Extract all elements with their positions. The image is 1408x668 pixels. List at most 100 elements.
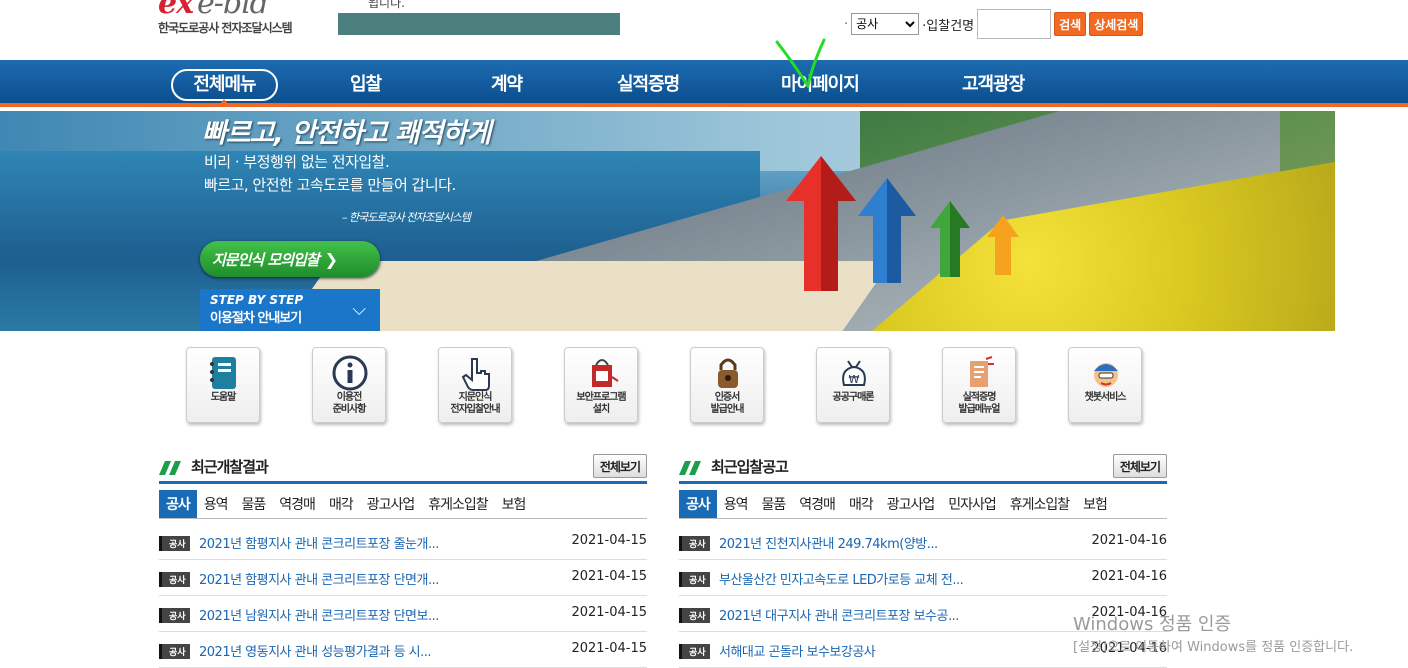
tab-private-investment[interactable]: 민자사업 bbox=[941, 490, 1003, 518]
tab-goods[interactable]: 물품 bbox=[755, 490, 793, 518]
quick-link-label: 인증서 발급안내 bbox=[710, 392, 745, 415]
view-all-button[interactable]: 전체보기 bbox=[592, 454, 647, 478]
tab-service[interactable]: 용역 bbox=[717, 490, 755, 518]
tab-advertising[interactable]: 광고사업 bbox=[360, 490, 422, 518]
item-date: 2021-04-15 bbox=[571, 641, 647, 656]
tab-goods[interactable]: 물품 bbox=[235, 490, 273, 518]
security-tag-icon bbox=[592, 359, 619, 387]
quick-link-label: 도움말 bbox=[210, 392, 237, 403]
notices-tabs: 공사 용역 물품 역경매 매각 광고사업 민자사업 휴게소입찰 보험 bbox=[679, 490, 1114, 518]
results-tabs: 공사 용역 물품 역경매 매각 광고사업 휴게소입찰 보험 bbox=[159, 490, 532, 518]
category-badge: 공사 bbox=[679, 644, 710, 659]
step-guide-l2: 이용절차 안내보기 bbox=[210, 311, 302, 326]
quick-link-label: 보안프로그램 설치 bbox=[576, 392, 626, 415]
orange-arrow-icon bbox=[987, 215, 1019, 275]
panel-title: 최근입찰공고 bbox=[711, 458, 789, 476]
quick-link-certificate[interactable]: 인증서 발급안내 bbox=[690, 347, 764, 423]
quick-link-label: 이용전 준비사항 bbox=[332, 392, 367, 415]
fingerprint-mock-bid-button[interactable]: 지문인식 모의입찰 ❯ bbox=[200, 241, 380, 277]
tab-reverse-auction[interactable]: 역경매 bbox=[272, 490, 322, 518]
site-header: ex e-bid 한국도로공사 전자조달시스템 됩니다. · 공사 ·입찰건명 검… bbox=[0, 0, 1408, 60]
quick-link-label: 지문인식 전자입찰안내 bbox=[450, 392, 500, 415]
search-label: ·입찰건명 bbox=[922, 18, 975, 34]
green-arrow-icon bbox=[930, 201, 970, 277]
panel-divider bbox=[679, 481, 1167, 484]
tabs-divider bbox=[679, 518, 1167, 519]
chevron-down-icon: ⌵ bbox=[352, 299, 366, 320]
banner-signature: – 한국도로공사 전자조달시스템 bbox=[342, 211, 471, 224]
main-nav: 전체메뉴 입찰 계약 실적증명 마이페이지 고객광장 bbox=[0, 60, 1408, 107]
search-dot: · bbox=[844, 16, 849, 32]
list-item: 공사 2021년 남원지사 관내 콘크리트포장 단면보... 2021-04-1… bbox=[159, 596, 647, 632]
logo-mark: ex e-bid bbox=[158, 0, 269, 21]
recent-results-panel: 최근개찰결과 전체보기 공사 용역 물품 역경매 매각 광고사업 휴게소입찰 보… bbox=[159, 453, 649, 668]
tab-construction[interactable]: 공사 bbox=[159, 490, 197, 518]
panel-bullet-icon bbox=[159, 461, 181, 475]
detail-search-button[interactable]: 상세검색 bbox=[1089, 12, 1144, 36]
tab-reverse-auction[interactable]: 역경매 bbox=[792, 490, 842, 518]
nav-item-bid[interactable]: 입찰 bbox=[350, 70, 382, 96]
quick-link-security-program[interactable]: 보안프로그램 설치 bbox=[564, 347, 638, 423]
tab-insurance[interactable]: 보험 bbox=[1076, 490, 1114, 518]
item-title-link[interactable]: 2021년 함평지사 관내 콘크리트포장 단면개... bbox=[199, 569, 439, 588]
pointing-hand-icon bbox=[461, 358, 490, 391]
notebook-icon bbox=[210, 357, 236, 389]
list-item: 공사 2021년 영동지사 관내 성능평가결과 등 시... 2021-04-1… bbox=[159, 632, 647, 668]
results-list: 공사 2021년 함평지사 관내 콘크리트포장 줄눈개... 2021-04-1… bbox=[159, 524, 647, 668]
site-logo[interactable]: ex e-bid 한국도로공사 전자조달시스템 bbox=[158, 0, 328, 38]
category-badge: 공사 bbox=[679, 572, 710, 587]
tab-rest-area[interactable]: 휴게소입찰 bbox=[421, 490, 494, 518]
panel-header: 최근입찰공고 전체보기 bbox=[679, 453, 1169, 481]
tab-insurance[interactable]: 보험 bbox=[495, 490, 533, 518]
quick-link-fingerprint-guide[interactable]: 지문인식 전자입찰안내 bbox=[438, 347, 512, 423]
quick-link-preparation[interactable]: 이용전 준비사항 bbox=[312, 347, 386, 423]
category-badge: 공사 bbox=[159, 536, 190, 551]
search-category-select[interactable]: 공사 bbox=[851, 13, 920, 35]
header-notice-bar bbox=[338, 13, 620, 35]
nav-item-performance[interactable]: 실적증명 bbox=[617, 70, 680, 96]
item-title-link[interactable]: 부산울산간 민자고속도로 LED가로등 교체 전... bbox=[719, 569, 964, 588]
money-bag-icon: ₩ bbox=[842, 360, 866, 386]
list-item: 공사 2021년 진천지사관내 249.74km(양방... 2021-04-1… bbox=[679, 524, 1167, 560]
tab-service[interactable]: 용역 bbox=[197, 490, 235, 518]
category-badge: 공사 bbox=[159, 572, 190, 587]
quick-link-performance-manual[interactable]: 실적증명 발급메뉴얼 bbox=[942, 347, 1016, 423]
item-title-link[interactable]: 2021년 남원지사 관내 콘크리트포장 단면보... bbox=[199, 605, 439, 624]
search-button[interactable]: 검색 bbox=[1054, 12, 1087, 36]
item-title-link[interactable]: 2021년 함평지사 관내 콘크리트포장 줄눈개... bbox=[199, 533, 439, 552]
chatbot-icon bbox=[1094, 363, 1118, 387]
search-input[interactable] bbox=[977, 9, 1052, 39]
windows-watermark-text: [설정]으로 이동하여 Windows를 정품 인증합니다. bbox=[1073, 640, 1354, 655]
item-title-link[interactable]: 서해대교 곤돌라 보수보강공사 bbox=[719, 641, 876, 660]
tab-sale[interactable]: 매각 bbox=[322, 490, 360, 518]
tab-advertising[interactable]: 광고사업 bbox=[880, 490, 942, 518]
svg-text:₩: ₩ bbox=[849, 373, 860, 386]
item-date: 2021-04-16 bbox=[1091, 569, 1167, 584]
category-badge: 공사 bbox=[159, 608, 190, 623]
blue-arrow-icon bbox=[858, 178, 916, 283]
tab-sale[interactable]: 매각 bbox=[842, 490, 880, 518]
document-icon bbox=[970, 356, 994, 387]
banner-line2: 빠르고, 안전한 고속도로를 만들어 갑니다. bbox=[204, 176, 456, 194]
panel-bullet-icon bbox=[679, 461, 701, 475]
item-date: 2021-04-15 bbox=[571, 569, 647, 584]
item-title-link[interactable]: 2021년 영동지사 관내 성능평가결과 등 시... bbox=[199, 641, 432, 660]
quick-link-help[interactable]: 도움말 bbox=[186, 347, 260, 423]
item-date: 2021-04-16 bbox=[1091, 533, 1167, 548]
item-title-link[interactable]: 2021년 대구지사 관내 콘크리트포장 보수공... bbox=[719, 605, 959, 624]
item-title-link[interactable]: 2021년 진천지사관내 249.74km(양방... bbox=[719, 533, 938, 552]
view-all-button[interactable]: 전체보기 bbox=[1112, 454, 1167, 478]
item-date: 2021-04-15 bbox=[571, 605, 647, 620]
panel-header: 최근개찰결과 전체보기 bbox=[159, 453, 649, 481]
red-arrow-icon bbox=[786, 156, 856, 291]
nav-all-menu[interactable]: 전체메뉴 bbox=[171, 69, 278, 101]
quick-link-chatbot[interactable]: 챗봇서비스 bbox=[1068, 347, 1142, 423]
tab-rest-area[interactable]: 휴게소입찰 bbox=[1003, 490, 1076, 518]
quick-link-public-purchase[interactable]: ₩ 공공구매론 bbox=[816, 347, 890, 423]
step-guide-button[interactable]: STEP BY STEP 이용절차 안내보기 ⌵ bbox=[200, 289, 380, 331]
nav-item-contract[interactable]: 계약 bbox=[491, 70, 523, 96]
tab-construction[interactable]: 공사 bbox=[679, 490, 717, 518]
banner-line1: 비리 · 부정행위 없는 전자입찰. bbox=[204, 153, 390, 171]
nav-active-arrow-icon bbox=[218, 99, 230, 106]
nav-item-customer[interactable]: 고객광장 bbox=[962, 70, 1025, 96]
